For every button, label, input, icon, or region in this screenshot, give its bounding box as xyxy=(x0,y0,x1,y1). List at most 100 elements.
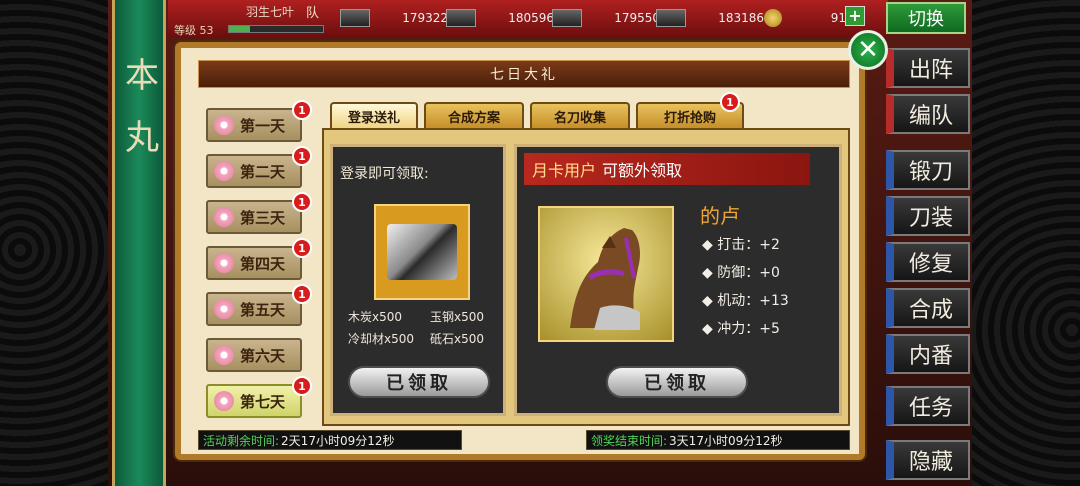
claim-login-button[interactable]: 已领取 xyxy=(348,366,490,398)
stat-impact: ◆ 冲力：+5 xyxy=(702,318,780,338)
resource-value: 179322 xyxy=(402,11,448,25)
day-7-button[interactable]: 第七天 xyxy=(206,384,302,418)
menu-duty[interactable]: 内番 xyxy=(886,334,970,374)
resource-coins: 91 xyxy=(764,8,846,28)
coolant-icon xyxy=(552,9,582,27)
timer-value: 2天17小时09分12秒 xyxy=(281,433,395,448)
login-reward-heading: 登录即可领取: xyxy=(340,166,429,182)
resource-value: 180596 xyxy=(508,11,554,25)
stat-label: ◆ 防御： xyxy=(702,265,760,281)
claim-end-timer: 领奖结束时间: 3天17小时09分12秒 xyxy=(586,430,850,450)
resource-charcoal: 179322 xyxy=(340,8,448,28)
material-charcoal: 木炭x500 xyxy=(348,310,403,324)
stat-value: +5 xyxy=(759,321,780,337)
material-coolant: 冷却材x500 xyxy=(348,332,415,346)
tab-sword-collection[interactable]: 名刀收集 xyxy=(530,102,630,128)
stat-label: ◆ 打击： xyxy=(702,237,760,253)
sakura-icon xyxy=(214,345,234,365)
day-3-button[interactable]: 第三天 xyxy=(206,200,302,234)
day-label: 第一天 xyxy=(240,116,286,135)
menu-sortie[interactable]: 出阵 xyxy=(886,48,970,88)
menu-quest[interactable]: 任务 xyxy=(886,386,970,426)
steel-icon xyxy=(446,9,476,27)
tab-login-gift[interactable]: 登录送礼 xyxy=(330,102,418,128)
event-remaining-timer: 活动剩余时间: 2天17小时09分12秒 xyxy=(198,430,462,450)
team-tab[interactable]: 队 xyxy=(306,2,319,21)
switch-button[interactable]: 切换 xyxy=(886,2,966,34)
stat-defense: ◆ 防御：+0 xyxy=(702,262,780,282)
material-bundle-item[interactable] xyxy=(374,204,470,300)
tab-synthesis-plan[interactable]: 合成方案 xyxy=(424,102,524,128)
material-steel: 玉钢x500 xyxy=(430,310,485,324)
coin-value: 91 xyxy=(830,11,846,25)
resource-coolant: 179550 xyxy=(552,8,660,28)
menu-forge[interactable]: 锻刀 xyxy=(886,150,970,190)
stat-label: ◆ 机动： xyxy=(702,293,760,309)
horse-icon xyxy=(570,228,640,330)
notification-badge: 1 xyxy=(720,92,740,112)
coin-icon xyxy=(764,9,782,27)
timer-value: 3天17小时09分12秒 xyxy=(669,433,783,448)
timer-label: 领奖结束时间: xyxy=(591,433,668,448)
sakura-icon xyxy=(214,115,234,135)
menu-repair[interactable]: 修复 xyxy=(886,242,970,282)
day-label: 第二天 xyxy=(240,162,286,181)
menu-hide[interactable]: 隐藏 xyxy=(886,440,970,480)
day-5-button[interactable]: 第五天 xyxy=(206,292,302,326)
day-label: 第三天 xyxy=(240,208,286,227)
notification-badge: 1 xyxy=(292,192,312,212)
resource-value: 179550 xyxy=(614,11,660,25)
resource-value: 183186 xyxy=(718,11,764,25)
add-coins-button[interactable]: + xyxy=(845,6,865,26)
notification-badge: 1 xyxy=(292,284,312,304)
sakura-icon xyxy=(214,391,234,411)
horse-name: 的卢 xyxy=(700,204,740,228)
left-wave-decoration xyxy=(0,0,108,486)
notification-badge: 1 xyxy=(292,146,312,166)
menu-formation[interactable]: 编队 xyxy=(886,94,970,134)
dialog-title: 七日大礼 xyxy=(198,60,850,88)
stat-mobility: ◆ 机动：+13 xyxy=(702,290,789,310)
day-label: 第六天 xyxy=(240,346,286,365)
day-1-button[interactable]: 第一天 xyxy=(206,108,302,142)
player-level: 等级 53 xyxy=(174,24,214,37)
day-6-button[interactable]: 第六天 xyxy=(206,338,302,372)
claim-monthly-button[interactable]: 已领取 xyxy=(606,366,748,398)
menu-equip[interactable]: 刀装 xyxy=(886,196,970,236)
exp-bar xyxy=(228,25,324,33)
day-label: 第七天 xyxy=(240,392,286,411)
sakura-icon xyxy=(214,161,234,181)
timer-label: 活动剩余时间: xyxy=(203,433,280,448)
stat-attack: ◆ 打击：+2 xyxy=(702,234,780,254)
stat-value: +13 xyxy=(759,293,789,309)
material-bundle-icon xyxy=(387,224,457,280)
day-2-button[interactable]: 第二天 xyxy=(206,154,302,188)
notification-badge: 1 xyxy=(292,376,312,396)
notification-badge: 1 xyxy=(292,238,312,258)
horse-portrait[interactable] xyxy=(538,206,674,342)
monthly-card-extra: 可额外领取 xyxy=(602,161,683,180)
menu-synthesize[interactable]: 合成 xyxy=(886,288,970,328)
exp-bar-fill xyxy=(229,26,250,32)
close-button[interactable]: ✕ xyxy=(848,30,888,70)
stat-value: +2 xyxy=(759,237,780,253)
sakura-icon xyxy=(214,299,234,319)
stat-value: +0 xyxy=(759,265,780,281)
material-whetstone: 砥石x500 xyxy=(430,332,485,346)
charcoal-icon xyxy=(340,9,370,27)
whetstone-icon xyxy=(656,9,686,27)
day-label: 第四天 xyxy=(240,254,286,273)
monthly-card-label: 月卡用户 xyxy=(532,161,597,180)
sakura-icon xyxy=(214,253,234,273)
day-4-button[interactable]: 第四天 xyxy=(206,246,302,280)
honmaru-char: 丸 xyxy=(125,118,159,158)
resource-whetstone: 183186 xyxy=(656,8,764,28)
notification-badge: 1 xyxy=(292,100,312,120)
honmaru-banner[interactable]: 本 丸 xyxy=(112,0,166,486)
day-label: 第五天 xyxy=(240,300,286,319)
stat-label: ◆ 冲力： xyxy=(702,321,760,337)
player-name: 羽生七叶 xyxy=(246,5,295,19)
honmaru-char: 本 xyxy=(125,56,159,96)
monthly-card-ribbon: 月卡用户 可额外领取 xyxy=(524,153,810,185)
sakura-icon xyxy=(214,207,234,227)
